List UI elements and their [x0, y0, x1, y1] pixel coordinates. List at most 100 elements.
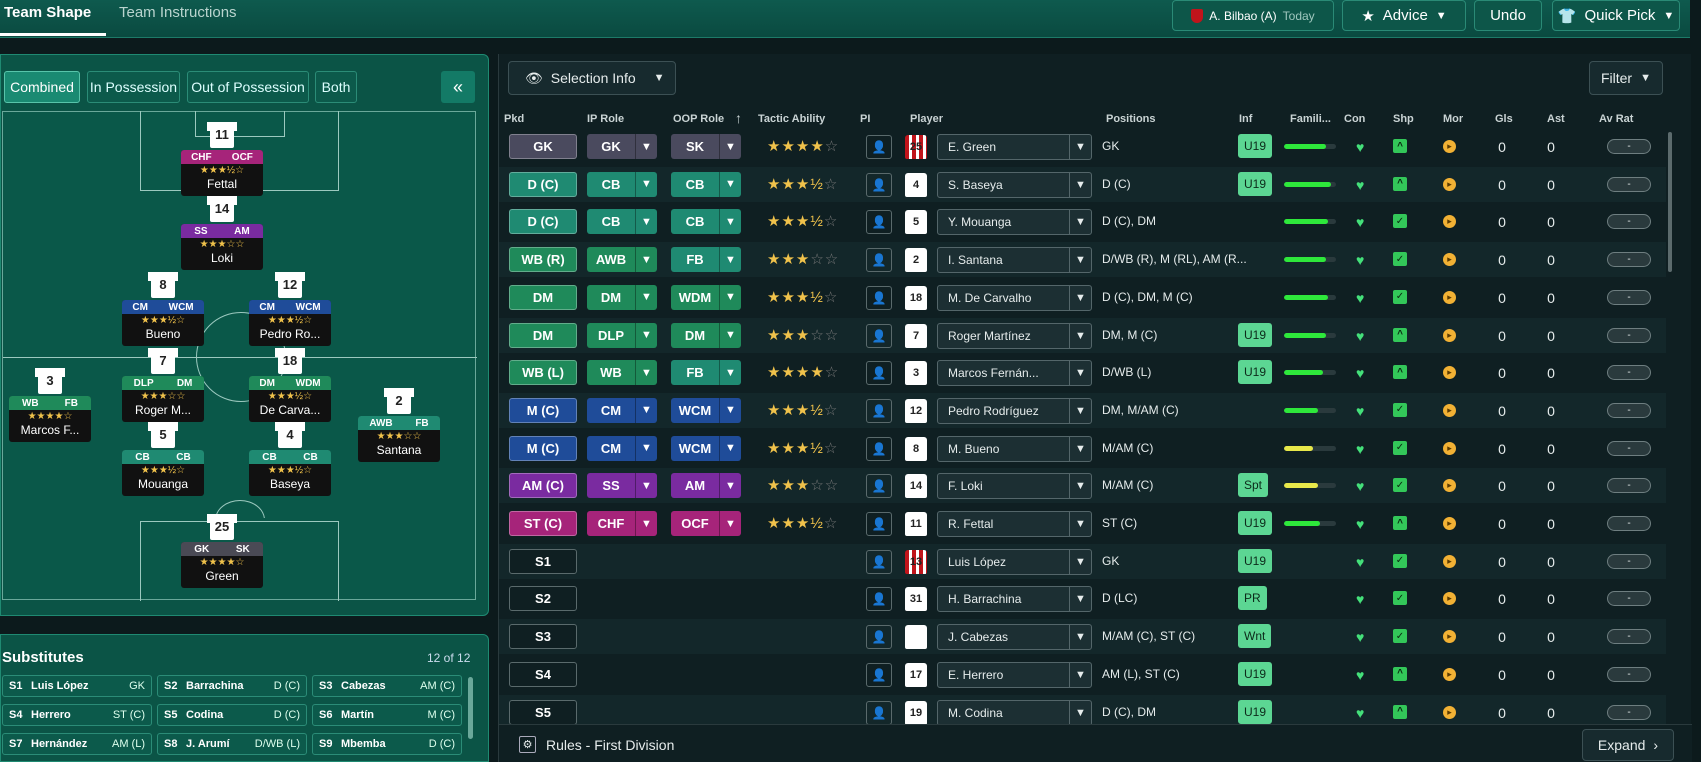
table-row[interactable]: S1 👤 13 Luis López ▼ GK U19 ♥ ✓ ▸ 0 0 -	[499, 543, 1666, 579]
next-match-indicator[interactable]: A. Bilbao (A) Today	[1172, 0, 1334, 31]
undo-button[interactable]: Undo	[1474, 0, 1542, 31]
picked-position[interactable]: D (C)	[509, 209, 577, 235]
column-header[interactable]: Gls	[1495, 113, 1513, 125]
player-select[interactable]: Pedro Rodríguez ▼	[937, 397, 1092, 424]
player-instructions-icon[interactable]: 👤	[866, 135, 892, 159]
picked-position[interactable]: AM (C)	[509, 473, 577, 499]
player-shirt-icon[interactable]: 18	[275, 346, 305, 376]
table-row[interactable]: GK GK ▼ SK ▼ ★★★★☆ 👤 25 E. Green ▼ GK U19 ♥ ^ ▸ 0 0 -	[499, 129, 1666, 164]
player-select[interactable]: R. Fettal ▼	[937, 511, 1092, 537]
selection-info-dropdown[interactable]: 👁 Selection Info ▼	[508, 61, 676, 95]
table-row[interactable]: D (C) CB ▼ CB ▼ ★★★½☆ 👤 4 S. Baseya ▼ D (C) U19 ♥ ^ ▸ 0…	[499, 166, 1666, 202]
player-shirt-icon[interactable]: 12	[275, 270, 305, 300]
oop-role-select[interactable]: FB ▼	[671, 247, 741, 273]
ip-role-select[interactable]: GK ▼	[587, 134, 657, 159]
player-instructions-icon[interactable]: 👤	[866, 549, 892, 574]
picked-position[interactable]: D (C)	[509, 171, 577, 197]
table-row[interactable]: S3 👤 J. Cabezas ▼ M/AM (C), ST (C) Wnt ♥ ✓ ▸ 0 0 -	[499, 619, 1666, 655]
player-shirt-icon[interactable]: 11	[207, 120, 237, 150]
substitute-item[interactable]: S7 Hernández AM (L)	[2, 733, 152, 755]
column-header[interactable]: Famili...	[1290, 113, 1331, 125]
oop-role-select[interactable]: DM ▼	[671, 322, 741, 348]
oop-role-select[interactable]: WCM ▼	[671, 397, 741, 423]
table-row[interactable]: DM DM ▼ WDM ▼ ★★★½☆ 👤 18 M. De Carvalho ▼ D (C), D…	[499, 280, 1666, 315]
column-header[interactable]: PI	[860, 113, 870, 125]
table-row[interactable]: M (C) CM ▼ WCM ▼ ★★★½☆ 👤 12 Pedro Rodríguez ▼ DM, …	[499, 392, 1666, 428]
view-in-possession[interactable]: In Possession	[87, 71, 180, 103]
ip-role-select[interactable]: CB ▼	[587, 209, 657, 235]
substitute-item[interactable]: S3 Cabezas AM (C)	[312, 675, 462, 697]
filter-dropdown[interactable]: Filter ▼	[1589, 61, 1663, 95]
player-shirt-icon[interactable]: 3	[35, 366, 65, 396]
column-header[interactable]: Player	[910, 113, 943, 125]
table-row[interactable]: D (C) CB ▼ CB ▼ ★★★½☆ 👤 5 Y. Mouanga ▼ D (C), DM ♥ ✓…	[499, 204, 1666, 239]
ip-role-select[interactable]: CM ▼	[587, 397, 657, 423]
tab-team-shape[interactable]: Team Shape	[4, 4, 91, 21]
column-header[interactable]: Tactic Ability	[758, 113, 825, 125]
oop-role-select[interactable]: WCM ▼	[671, 435, 741, 461]
picked-position[interactable]: DM	[509, 284, 577, 310]
oop-role-select[interactable]: SK ▼	[671, 134, 741, 159]
column-header[interactable]: Shp	[1393, 113, 1414, 125]
column-header[interactable]: OOP Role	[673, 113, 724, 125]
table-row[interactable]: M (C) CM ▼ WCM ▼ ★★★½☆ 👤 8 M. Bueno ▼ M/AM (C) ♥ ✓ ▸ 0…	[499, 431, 1666, 466]
substitute-item[interactable]: S1 Luis López GK	[2, 675, 152, 697]
substitute-item[interactable]: S6 Martín M (C)	[312, 704, 462, 726]
player-instructions-icon[interactable]: 👤	[866, 512, 892, 536]
player-shirt-icon[interactable]: 25	[207, 512, 237, 542]
pitch-player-card[interactable]: DM WDM ★★★½☆ De Carva...	[249, 376, 331, 422]
collapse-panel-button[interactable]: «	[441, 71, 475, 103]
player-select[interactable]: E. Herrero ▼	[937, 661, 1092, 688]
player-select[interactable]: Y. Mouanga ▼	[937, 209, 1092, 236]
pitch-player-card[interactable]: CB CB ★★★½☆ Baseya	[249, 450, 331, 496]
player-instructions-icon[interactable]: 👤	[866, 248, 892, 273]
substitute-item[interactable]: S4 Herrero ST (C)	[2, 704, 152, 726]
player-select[interactable]: H. Barrachina ▼	[937, 586, 1092, 613]
substitutes-scrollbar[interactable]	[468, 677, 473, 739]
player-select[interactable]: I. Santana ▼	[937, 247, 1092, 274]
ip-role-select[interactable]: DLP ▼	[587, 322, 657, 348]
column-header[interactable]: Pkd	[504, 113, 524, 125]
ip-role-select[interactable]: DM ▼	[587, 284, 657, 310]
column-header[interactable]: Inf	[1239, 113, 1252, 125]
table-row[interactable]: S4 👤 17 E. Herrero ▼ AM (L), ST (C) U19 ♥ ^ ▸ 0 0 -	[499, 657, 1666, 692]
player-instructions-icon[interactable]: 👤	[866, 625, 892, 650]
pitch-player-card[interactable]: CB CB ★★★½☆ Mouanga	[122, 450, 204, 496]
column-header[interactable]: Positions	[1106, 113, 1156, 125]
table-row[interactable]: ST (C) CHF ▼ OCF ▼ ★★★½☆ 👤 11 R. Fettal ▼ ST (C) U1…	[499, 506, 1666, 541]
substitute-item[interactable]: S8 J. Arumí D/WB (L)	[157, 733, 307, 755]
player-instructions-icon[interactable]: 👤	[866, 323, 892, 348]
player-instructions-icon[interactable]: 👤	[866, 398, 892, 423]
ip-role-select[interactable]: AWB ▼	[587, 247, 657, 273]
column-header[interactable]: Con	[1344, 113, 1365, 125]
pitch-player-card[interactable]: CHF OCF ★★★½☆ Fettal	[181, 150, 263, 196]
ip-role-select[interactable]: CM ▼	[587, 435, 657, 461]
oop-role-select[interactable]: OCF ▼	[671, 511, 741, 536]
table-row[interactable]: WB (R) AWB ▼ FB ▼ ★★★☆☆ 👤 2 I. Santana ▼ D/WB (R),…	[499, 242, 1666, 278]
pitch-player-card[interactable]: SS AM ★★★☆☆ Loki	[181, 224, 263, 270]
picked-position[interactable]: M (C)	[509, 397, 577, 423]
rules-label[interactable]: Rules - First Division	[546, 737, 674, 753]
picked-position[interactable]: S1	[509, 548, 577, 574]
picked-position[interactable]: S5	[509, 699, 577, 725]
oop-role-select[interactable]: CB ▼	[671, 209, 741, 235]
substitute-item[interactable]: S9 Mbemba D (C)	[312, 733, 462, 755]
pitch-player-card[interactable]: CM WCM ★★★½☆ Pedro Ro...	[249, 300, 331, 346]
player-select[interactable]: Roger Martínez ▼	[937, 322, 1092, 349]
substitute-item[interactable]: S5 Codina D (C)	[157, 704, 307, 726]
table-row[interactable]: WB (L) WB ▼ FB ▼ ★★★★☆ 👤 3 Marcos Fernán... ▼ D/WB…	[499, 355, 1666, 390]
picked-position[interactable]: ST (C)	[509, 511, 577, 536]
pitch-player-card[interactable]: AWB FB ★★★☆☆ Santana	[358, 416, 440, 462]
player-shirt-icon[interactable]: 8	[148, 270, 178, 300]
player-instructions-icon[interactable]: 👤	[866, 361, 892, 386]
player-instructions-icon[interactable]: 👤	[866, 285, 892, 310]
tab-team-instructions[interactable]: Team Instructions	[119, 4, 237, 21]
advice-button[interactable]: ★ Advice ▼	[1342, 0, 1466, 31]
player-instructions-icon[interactable]: 👤	[866, 436, 892, 461]
player-shirt-icon[interactable]: 7	[148, 346, 178, 376]
pitch-player-card[interactable]: GK SK ★★★★☆ Green	[181, 542, 263, 588]
ip-role-select[interactable]: CB ▼	[587, 171, 657, 197]
ip-role-select[interactable]: CHF ▼	[587, 511, 657, 536]
player-instructions-icon[interactable]: 👤	[866, 700, 892, 725]
player-select[interactable]: M. Bueno ▼	[937, 435, 1092, 462]
